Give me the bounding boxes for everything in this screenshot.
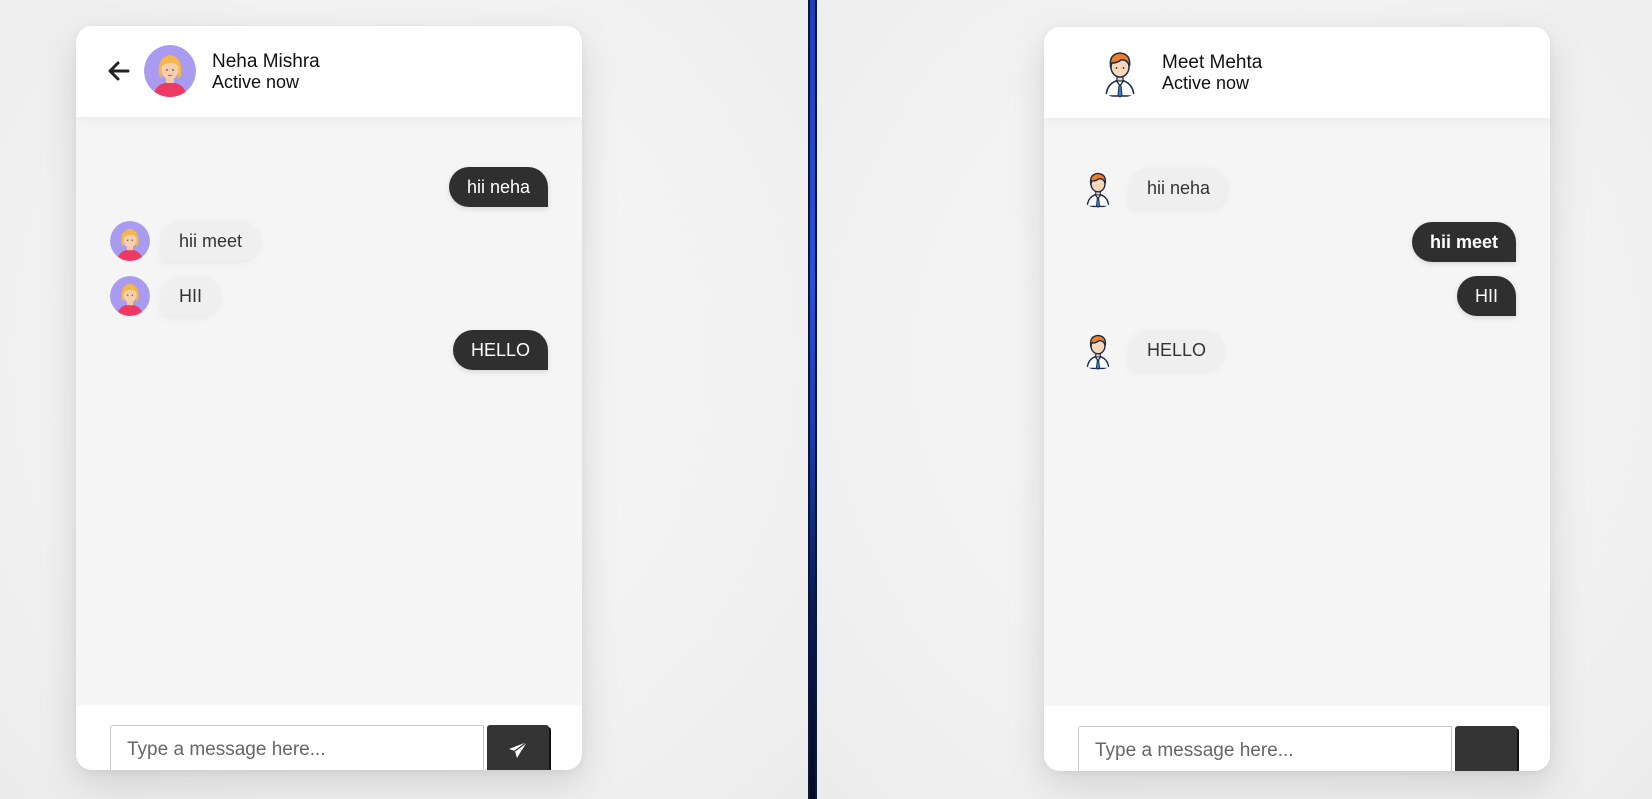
message-received: HII — [76, 276, 582, 316]
message-bubble: hii neha — [448, 167, 548, 207]
contact-info: Neha Mishra Active now — [212, 51, 320, 93]
message-bubble: hii neha — [1129, 168, 1229, 208]
paper-plane-icon — [509, 741, 528, 758]
message-input[interactable] — [1078, 726, 1452, 771]
send-button[interactable] — [1455, 726, 1517, 771]
send-button[interactable] — [487, 725, 549, 770]
message-received: hii neha — [1044, 168, 1550, 208]
window-divider — [808, 0, 817, 799]
message-bubble: HII — [1456, 276, 1516, 316]
chat-window-neha: Neha Mishra Active now hii neha hii meet… — [76, 26, 582, 770]
message-list: hii neha hii meet HII HELLO — [1044, 118, 1550, 706]
contact-status: Active now — [212, 72, 300, 92]
message-received: HELLO — [1044, 330, 1550, 370]
male-avatar-icon — [1086, 334, 1110, 370]
avatar — [110, 221, 150, 261]
avatar — [1078, 330, 1118, 370]
chat-header: Meet Mehta Active now — [1044, 27, 1550, 118]
contact-name: Neha Mishra — [212, 51, 320, 72]
message-bubble: HELLO — [452, 330, 548, 370]
female-avatar-icon — [144, 45, 196, 97]
male-avatar-icon — [1086, 172, 1110, 208]
back-button[interactable] — [106, 58, 132, 84]
chat-window-meet: Meet Mehta Active now hii neha hii meet … — [1044, 27, 1550, 771]
avatar — [110, 276, 150, 316]
chat-footer — [76, 705, 582, 770]
contact-name: Meet Mehta — [1162, 52, 1263, 73]
contact-info: Meet Mehta Active now — [1162, 52, 1262, 94]
male-avatar-icon — [1105, 52, 1135, 98]
arrow-left-icon — [108, 61, 130, 81]
message-sent: hii neha — [76, 167, 582, 207]
left-window: Neha Mishra Active now hii neha hii meet… — [0, 0, 808, 799]
message-sent: hii meet — [1044, 222, 1550, 262]
avatar — [1094, 46, 1146, 98]
female-avatar-icon — [110, 221, 150, 261]
contact-status: Active now — [1162, 73, 1250, 93]
chat-header: Neha Mishra Active now — [76, 26, 582, 117]
chat-footer — [1044, 706, 1550, 771]
female-avatar-icon — [110, 276, 150, 316]
avatar — [144, 45, 196, 97]
message-bubble: HELLO — [1129, 330, 1225, 370]
message-list: hii neha hii meet HII HELLO — [76, 117, 582, 705]
message-bubble: HII — [161, 276, 221, 316]
message-input[interactable] — [110, 725, 484, 770]
message-bubble: hii meet — [1411, 222, 1516, 262]
message-received: hii meet — [76, 221, 582, 261]
message-sent: HII — [1044, 276, 1550, 316]
avatar — [1078, 168, 1118, 208]
message-bubble: hii meet — [161, 221, 261, 261]
message-sent: HELLO — [76, 330, 582, 370]
